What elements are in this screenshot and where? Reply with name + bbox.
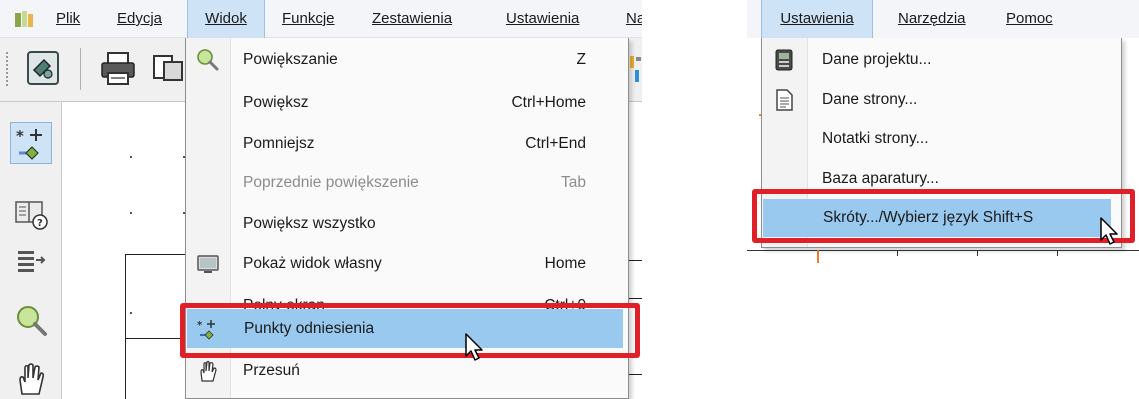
menu-pomoc[interactable]: Pomoc <box>1006 0 1053 38</box>
orange-guide-line <box>817 250 819 263</box>
menu-item-previous-zoom: Poprzednie powiększenie Tab <box>186 163 628 202</box>
right-screenshot-panel: Ustawienia Narzędzia Pomoc Dane projektu… <box>747 0 1139 263</box>
circuit-wire <box>125 254 185 255</box>
print-preview-icon[interactable] <box>148 48 184 88</box>
app-icon <box>14 10 34 29</box>
grid-dot <box>130 156 132 158</box>
menu-item-zoom-in[interactable]: Powiększ Ctrl+Home <box>186 83 628 122</box>
menu-item-zoom-all[interactable]: Powiększ wszystko <box>186 204 628 243</box>
svg-text:?: ? <box>37 218 43 229</box>
menu-item-label: Powiększanie <box>243 51 338 68</box>
toolbar-icon-partial[interactable] <box>630 54 642 84</box>
hand-icon <box>196 359 220 383</box>
menu-item-project-data[interactable]: Dane projektu... <box>762 41 1121 79</box>
project-data-icon <box>772 48 796 72</box>
catalog-help-icon[interactable]: ? <box>12 194 50 232</box>
annotation-highlight-box <box>752 189 1135 243</box>
menu-item-label: Poprzednie powiększenie <box>243 174 419 191</box>
circuit-wire <box>629 374 642 375</box>
menu-item-page-notes[interactable]: Notatki strony... <box>762 120 1121 158</box>
menu-item-label: Pomniejsz <box>243 135 315 152</box>
circuit-wire <box>747 250 1139 251</box>
menu-item-shortcut: Z <box>576 51 586 68</box>
menu-ustawienia[interactable]: Ustawienia <box>761 0 873 38</box>
reference-points-tool-icon[interactable]: * <box>10 122 52 164</box>
menu-narzedzia-partial[interactable]: Na <box>626 0 642 38</box>
grid-tick <box>897 251 898 256</box>
left-screenshot-panel: Plik Edycja Widok Funkcje Zestawienia Us… <box>0 0 642 399</box>
pan-hand-tool-icon[interactable] <box>12 360 50 398</box>
magnifier-icon <box>196 48 220 72</box>
menu-funkcje[interactable]: Funkcje <box>282 0 335 38</box>
monitor-icon <box>196 252 220 276</box>
annotation-highlight-box <box>180 303 640 358</box>
menu-item-page-data[interactable]: Dane strony... <box>762 81 1121 119</box>
circuit-wire <box>629 298 642 299</box>
menu-item-custom-view[interactable]: Pokaż widok własny Home <box>186 244 628 283</box>
menu-item-zoom[interactable]: Powiększanie Z <box>186 40 628 79</box>
menu-item-label: Notatki strony... <box>822 130 929 147</box>
menu-edycja[interactable]: Edycja <box>117 0 162 38</box>
open-project-icon[interactable] <box>24 48 64 88</box>
menu-item-label: Powiększ <box>243 94 309 111</box>
circuit-wire <box>125 338 185 339</box>
menu-item-shortcut: Ctrl+End <box>525 135 586 152</box>
menu-item-shortcut: Tab <box>561 174 586 191</box>
print-icon[interactable] <box>98 48 138 88</box>
menu-item-zoom-out[interactable]: Pomniejsz Ctrl+End <box>186 124 628 163</box>
menu-narzedzia[interactable]: Narzędzia <box>898 0 966 38</box>
menu-item-shortcut: Home <box>544 255 586 272</box>
menu-ustawienia[interactable]: Ustawienia <box>506 0 579 38</box>
menu-zestawienia[interactable]: Zestawienia <box>372 0 452 38</box>
menu-item-label: Pokaż widok własny <box>243 255 382 272</box>
left-toolbar: * ? <box>0 102 62 399</box>
grid-tick <box>1057 251 1058 256</box>
toolbar-separator <box>80 48 81 90</box>
menu-plik[interactable]: Plik <box>56 0 80 38</box>
toolbar-grip <box>6 52 10 86</box>
circuit-wire <box>629 260 642 261</box>
svg-text:*: * <box>16 127 24 145</box>
menu-bar: Plik Edycja Widok Funkcje Zestawienia Us… <box>0 0 642 38</box>
list-arrow-icon[interactable] <box>12 242 50 280</box>
grid-dot <box>130 312 132 314</box>
zoom-tool-icon[interactable] <box>12 302 50 340</box>
menu-item-shortcut: Ctrl+Home <box>511 94 586 111</box>
menu-item-label: Powiększ wszystko <box>243 215 376 232</box>
menu-item-label: Dane projektu... <box>822 51 932 68</box>
grid-tick <box>977 251 978 256</box>
menu-bar: Ustawienia Narzędzia Pomoc <box>747 0 1139 38</box>
mouse-cursor-icon <box>464 332 488 364</box>
page-data-icon <box>772 88 796 112</box>
circuit-wire <box>125 254 126 399</box>
grid-dot <box>130 212 132 214</box>
menu-item-label: Dane strony... <box>822 91 918 108</box>
menu-widok[interactable]: Widok <box>187 0 265 38</box>
mouse-cursor-icon <box>1099 216 1123 248</box>
